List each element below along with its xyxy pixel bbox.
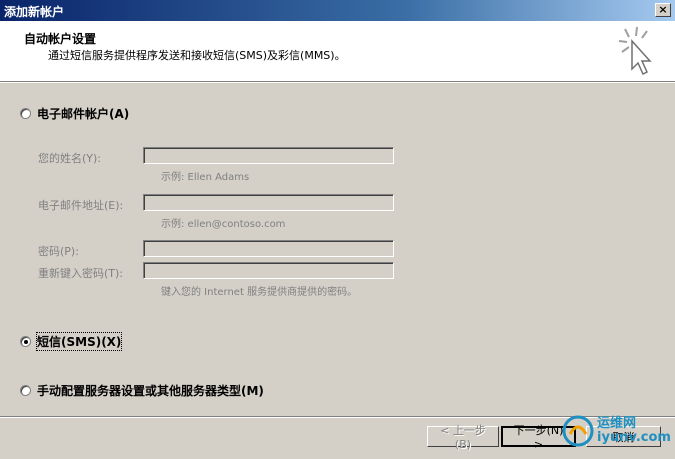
cancel-button[interactable]: 取消	[586, 426, 661, 447]
cursor-sparkle-icon	[618, 26, 652, 76]
window-title: 添加新帐户	[4, 5, 65, 19]
manual-config-option[interactable]: 手动配置服务器设置或其他服务器类型(M)	[20, 382, 264, 399]
header-subtitle: 通过短信服务提供程序发送和接收短信(SMS)及彩信(MMS)。	[48, 49, 346, 62]
title-bar[interactable]: 添加新帐户 ×	[0, 0, 675, 21]
next-button[interactable]: 下一步(N) >	[501, 424, 576, 451]
add-account-dialog: 添加新帐户 × 自动帐户设置 通过短信服务提供程序发送和接收短信(SMS)及彩信…	[0, 0, 675, 459]
sms-radio[interactable]	[20, 336, 31, 347]
name-hint: 示例: Ellen Adams	[161, 172, 250, 183]
bottom-separator	[0, 416, 675, 418]
password-label: 密码(P):	[38, 245, 79, 258]
manual-config-label[interactable]: 手动配置服务器设置或其他服务器类型(M)	[37, 382, 264, 399]
close-button[interactable]: ×	[655, 3, 671, 17]
header-panel: 自动帐户设置 通过短信服务提供程序发送和接收短信(SMS)及彩信(MMS)。	[0, 21, 675, 83]
email-account-option[interactable]: 电子邮件帐户(A)	[20, 105, 129, 122]
email-account-radio[interactable]	[20, 108, 31, 119]
sms-option[interactable]: 短信(SMS)(X)	[20, 332, 123, 351]
name-label: 您的姓名(Y):	[38, 152, 102, 165]
retype-password-label: 重新键入密码(T):	[38, 267, 124, 280]
email-address-label: 电子邮件地址(E):	[38, 199, 124, 212]
password-input[interactable]	[143, 240, 394, 257]
email-address-hint: 示例: ellen@contoso.com	[161, 219, 286, 230]
email-account-label[interactable]: 电子邮件帐户(A)	[37, 105, 129, 122]
header-title: 自动帐户设置	[24, 32, 97, 46]
email-address-input[interactable]	[143, 194, 394, 211]
retype-password-input[interactable]	[143, 262, 394, 279]
manual-config-radio[interactable]	[20, 385, 31, 396]
name-input[interactable]	[143, 147, 394, 164]
sms-label[interactable]: 短信(SMS)(X)	[35, 332, 123, 351]
password-hint: 键入您的 Internet 服务提供商提供的密码。	[161, 287, 358, 298]
back-button[interactable]: < 上一步(B)	[427, 424, 499, 451]
